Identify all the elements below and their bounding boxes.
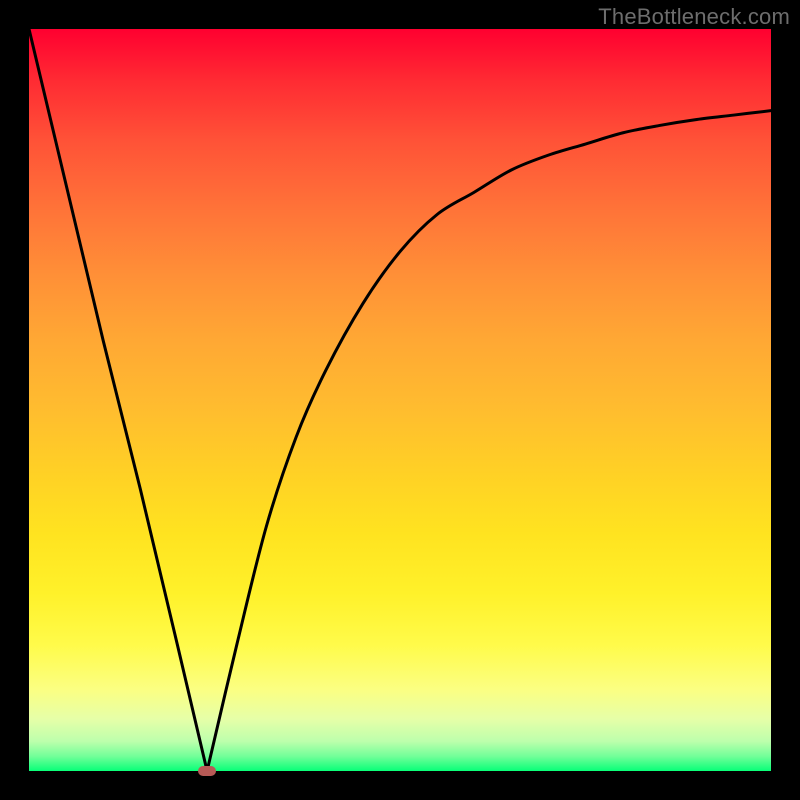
plot-area	[29, 29, 771, 771]
curve-path	[29, 29, 771, 771]
chart-frame: TheBottleneck.com	[0, 0, 800, 800]
min-marker	[198, 766, 216, 776]
curve-svg	[29, 29, 771, 771]
attribution-text: TheBottleneck.com	[598, 4, 790, 30]
